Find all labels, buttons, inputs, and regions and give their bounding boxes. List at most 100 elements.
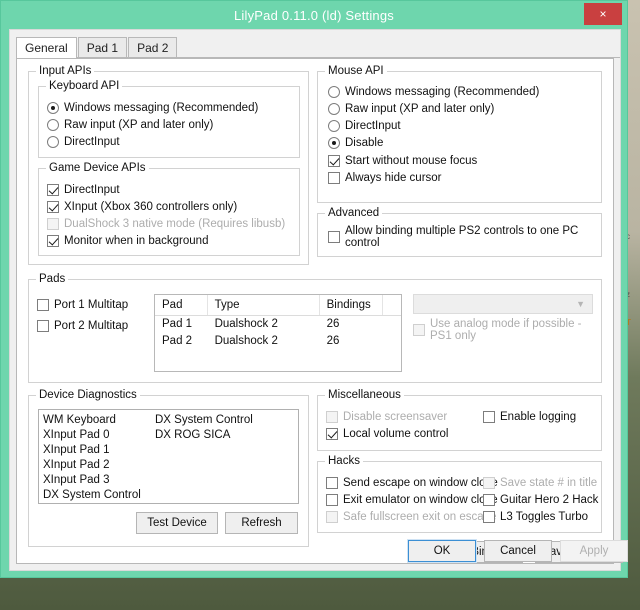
table-row[interactable]: Pad 1 Dualshock 2 26 [155, 316, 401, 333]
list-item[interactable]: XInput Pad 2 [43, 458, 155, 473]
label: Windows messaging (Recommended) [345, 85, 540, 98]
column-header-bindings[interactable]: Bindings [320, 295, 384, 315]
radio-icon [328, 136, 340, 149]
list-item[interactable]: DX ROG SICA [155, 428, 253, 443]
group-pads-title: Pads [36, 273, 69, 285]
radio-mouse-directinput[interactable]: DirectInput [328, 117, 601, 134]
checkbox-icon [326, 476, 338, 489]
radio-icon [47, 101, 59, 114]
tab-pad-1[interactable]: Pad 1 [77, 37, 128, 57]
checkbox-safe-fullscreen-exit-on-escape: Safe fullscreen exit on escape [326, 508, 498, 525]
checkbox-gd-monitor-background[interactable]: Monitor when in background [47, 232, 299, 249]
checkbox-icon [326, 427, 338, 440]
pads-table-header: Pad Type Bindings [155, 295, 401, 316]
refresh-button[interactable]: Refresh [225, 512, 298, 534]
list-item[interactable]: WM Keyboard [43, 413, 155, 428]
window-client-area: General Pad 1 Pad 2 Input APIs Keyboard … [9, 29, 628, 571]
label: XInput (Xbox 360 controllers only) [64, 200, 238, 213]
checkbox-icon [483, 410, 495, 423]
checkbox-icon [47, 217, 59, 230]
radio-mouse-windows-messaging[interactable]: Windows messaging (Recommended) [328, 83, 601, 100]
checkbox-always-hide-cursor[interactable]: Always hide cursor [328, 169, 601, 186]
label: Disable screensaver [343, 410, 448, 423]
list-item[interactable]: DX System Control [155, 413, 253, 428]
group-keyboard-api: Keyboard API Windows messaging (Recommen… [38, 80, 300, 158]
group-pads: Pads Port 1 Multitap Port 2 Multitap Pad… [28, 273, 602, 383]
list-item[interactable]: XInput Pad 3 [43, 473, 155, 488]
group-keyboard-api-title: Keyboard API [46, 80, 123, 92]
label: Always hide cursor [345, 171, 442, 184]
list-item[interactable]: XInput Pad 1 [43, 443, 155, 458]
checkbox-icon [326, 410, 338, 423]
cancel-button[interactable]: Cancel [484, 540, 552, 562]
checkbox-l3-toggles-turbo[interactable]: L3 Toggles Turbo [483, 508, 598, 525]
group-device-diagnostics: Device Diagnostics WM Keyboard XInput Pa… [28, 389, 309, 547]
label: DirectInput [64, 183, 120, 196]
checkbox-port-1-multitap[interactable]: Port 1 Multitap [37, 294, 128, 315]
chevron-down-icon: ▼ [576, 299, 585, 309]
label: Windows messaging (Recommended) [64, 101, 259, 114]
checkbox-allow-binding-multiple-ps2[interactable]: Allow binding multiple PS2 controls to o… [328, 225, 601, 249]
checkbox-icon [37, 319, 49, 332]
group-advanced: Advanced Allow binding multiple PS2 cont… [317, 207, 602, 257]
list-item[interactable]: DX System Control [43, 488, 155, 503]
test-device-button[interactable]: Test Device [136, 512, 218, 534]
label: Send escape on window close [343, 476, 498, 489]
tab-pad-2[interactable]: Pad 2 [128, 37, 178, 57]
checkbox-local-volume-control[interactable]: Local volume control [326, 425, 448, 442]
label: L3 Toggles Turbo [500, 510, 589, 523]
pads-table[interactable]: Pad Type Bindings Pad 1 Dualshock 2 26 P… [154, 294, 402, 372]
checkbox-enable-logging[interactable]: Enable logging [483, 408, 576, 425]
tab-strip: General Pad 1 Pad 2 [16, 36, 620, 58]
pad-type-select[interactable]: ▼ [413, 294, 593, 314]
label: Disable [345, 136, 384, 149]
group-input-apis: Input APIs Keyboard API Windows messagin… [28, 65, 309, 265]
checkbox-icon [483, 476, 495, 489]
list-item[interactable]: XInput Pad 0 [43, 428, 155, 443]
column-header-pad[interactable]: Pad [155, 295, 208, 315]
radio-keyboard-directinput[interactable]: DirectInput [47, 133, 299, 150]
checkbox-exit-emulator-on-window-close[interactable]: Exit emulator on window close [326, 491, 498, 508]
settings-window: LilyPad 0.11.0 (ld) Settings × General P… [0, 0, 628, 578]
close-icon[interactable]: × [584, 3, 622, 25]
checkbox-start-without-mouse-focus[interactable]: Start without mouse focus [328, 152, 601, 169]
radio-keyboard-raw-input[interactable]: Raw input (XP and later only) [47, 116, 299, 133]
radio-keyboard-windows-messaging[interactable]: Windows messaging (Recommended) [47, 99, 299, 116]
checkbox-send-escape-on-window-close[interactable]: Send escape on window close [326, 474, 498, 491]
label: Port 1 Multitap [54, 298, 129, 311]
radio-icon [328, 85, 340, 98]
group-miscellaneous-title: Miscellaneous [325, 389, 404, 401]
group-input-apis-title: Input APIs [36, 65, 95, 77]
label: Guitar Hero 2 Hack [500, 493, 599, 506]
label: Enable logging [500, 410, 577, 423]
group-advanced-title: Advanced [325, 207, 383, 219]
checkbox-port-2-multitap[interactable]: Port 2 Multitap [37, 315, 128, 336]
cell-pad: Pad 2 [162, 335, 193, 347]
checkbox-gd-xinput[interactable]: XInput (Xbox 360 controllers only) [47, 198, 299, 215]
radio-mouse-raw-input[interactable]: Raw input (XP and later only) [328, 100, 601, 117]
label: Exit emulator on window close [343, 493, 498, 506]
table-row[interactable]: Pad 2 Dualshock 2 26 [155, 333, 401, 350]
checkbox-guitar-hero-2-hack[interactable]: Guitar Hero 2 Hack [483, 491, 598, 508]
checkbox-icon [47, 183, 59, 196]
window-title: LilyPad 0.11.0 (ld) Settings [233, 7, 394, 23]
checkbox-gd-directinput[interactable]: DirectInput [47, 181, 299, 198]
group-hacks: Hacks Send escape on window close Exit e… [317, 455, 602, 533]
checkbox-gd-dualshock3: DualShock 3 native mode (Requires libusb… [47, 215, 299, 232]
checkbox-icon [483, 493, 495, 506]
tab-general[interactable]: General [16, 37, 77, 58]
device-list[interactable]: WM Keyboard XInput Pad 0 XInput Pad 1 XI… [38, 409, 299, 504]
checkbox-icon [47, 200, 59, 213]
label: DirectInput [64, 135, 120, 148]
label: DirectInput [345, 119, 401, 132]
label: Monitor when in background [64, 234, 209, 247]
title-bar[interactable]: LilyPad 0.11.0 (ld) Settings × [1, 1, 627, 29]
checkbox-icon [328, 154, 340, 167]
radio-mouse-disable[interactable]: Disable [328, 134, 601, 151]
column-header-type[interactable]: Type [208, 295, 320, 315]
ok-button[interactable]: OK [407, 539, 477, 563]
desktop-text-fragment-3: T [626, 318, 631, 327]
group-miscellaneous: Miscellaneous Disable screensaver Local … [317, 389, 602, 451]
group-hacks-title: Hacks [325, 455, 363, 467]
column-header-blank[interactable] [383, 295, 401, 315]
